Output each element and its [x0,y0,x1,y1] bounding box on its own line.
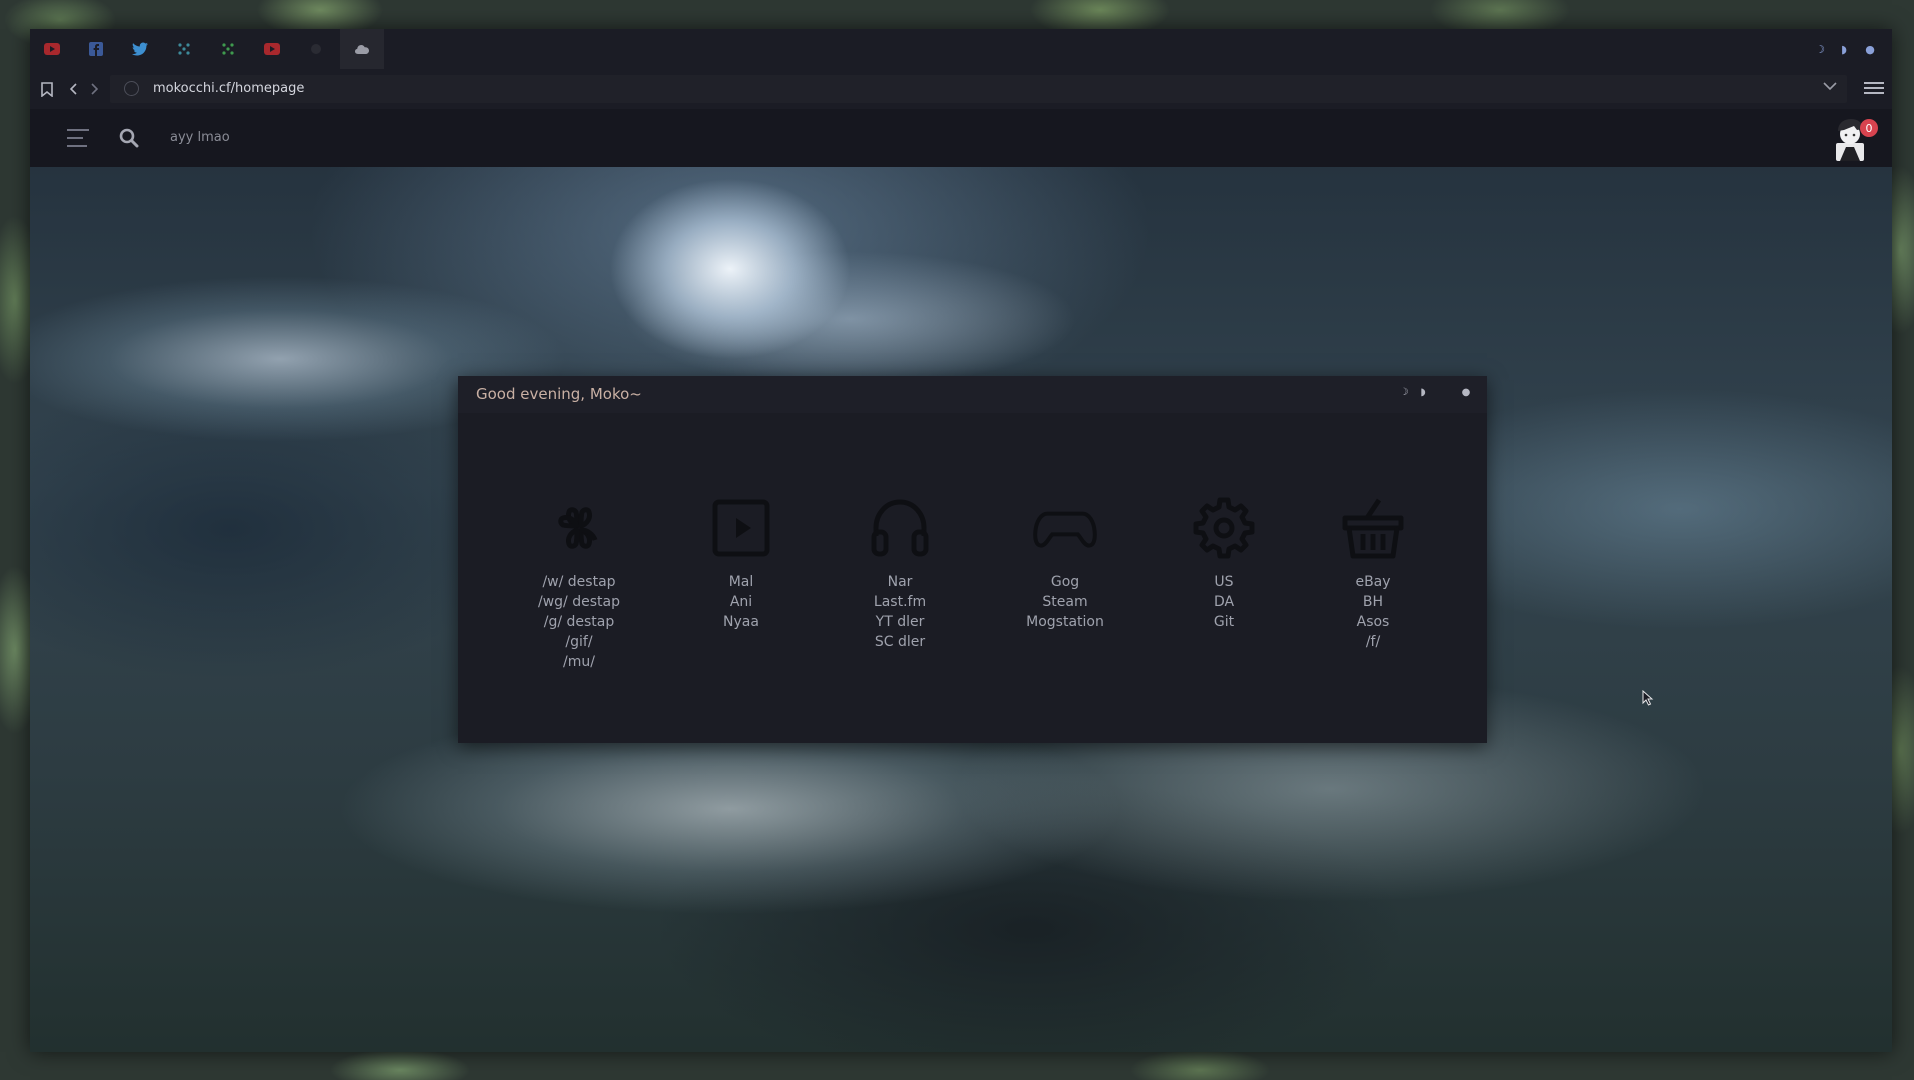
link-us[interactable]: US [1154,572,1294,592]
facebook-icon [89,42,103,56]
link-column-games: Gog Steam Mogstation [995,496,1135,632]
link-da[interactable]: DA [1154,592,1294,612]
search-icon[interactable] [119,128,139,148]
tab-youtube-2[interactable] [260,37,284,61]
clover-icon [558,507,598,549]
tab-strip: ☽ ◗ ● [30,29,1892,69]
card-title: Good evening, Moko~ [476,385,642,403]
link-column-anime: Mal Ani Nyaa [671,496,811,632]
tab-site-green[interactable] [216,37,240,61]
link-lastfm[interactable]: Last.fm [830,592,970,612]
chevron-right-icon [91,83,98,95]
dots-grid-icon [178,43,190,55]
tab-dark-site[interactable] [304,37,328,61]
link-steam[interactable]: Steam [995,592,1135,612]
url-field[interactable]: mokocchi.cf/homepage [110,75,1847,103]
link-wg-destap[interactable]: /wg/ destap [509,592,649,612]
basket-icon [1342,498,1404,559]
card-half-icon[interactable]: ◗ [1416,385,1430,399]
browser-menu-button[interactable] [1864,79,1884,99]
address-bar: mokocchi.cf/homepage [30,69,1892,109]
link-nyaa[interactable]: Nyaa [671,612,811,632]
tab-youtube[interactable] [40,37,64,61]
bookmark-button[interactable] [36,77,58,101]
link-gif[interactable]: /gif/ [509,632,649,652]
link-bh[interactable]: BH [1303,592,1443,612]
page-top-bar: 0 [30,109,1892,167]
link-f[interactable]: /f/ [1303,632,1443,652]
globe-icon [124,81,139,96]
youtube-icon [264,43,280,55]
youtube-icon [44,43,60,55]
hamburger-menu-icon[interactable] [67,129,89,149]
link-sc-dler[interactable]: SC dler [830,632,970,652]
tab-twitter[interactable] [128,37,152,61]
cloud-icon [355,45,369,54]
tab-facebook[interactable] [84,37,108,61]
mouse-cursor-icon [1642,690,1654,706]
link-column-boards: /w/ destap /wg/ destap /g/ destap /gif/ … [509,496,649,672]
link-w-destap[interactable]: /w/ destap [509,572,649,592]
close-window-button[interactable]: ● [1860,39,1880,59]
dots-grid-icon [222,43,234,55]
gamepad-icon [1033,511,1097,548]
link-yt-dler[interactable]: YT dler [830,612,970,632]
link-git[interactable]: Git [1154,612,1294,632]
link-column-music: Nar Last.fm YT dler SC dler [830,496,970,652]
link-mogstation[interactable]: Mogstation [995,612,1135,632]
link-columns: /w/ destap /wg/ destap /g/ destap /gif/ … [458,496,1487,716]
chevron-left-icon [70,83,77,95]
page-content: 0 Good evening, Moko~ ☽ ◗ ● [30,109,1892,1052]
play-icon [712,499,770,557]
card-minimize-button[interactable]: ☽ [1397,385,1411,399]
gear-icon [1193,497,1255,559]
link-asos[interactable]: Asos [1303,612,1443,632]
tab-site-teal[interactable] [172,37,196,61]
bookmark-icon [41,81,53,97]
link-column-shopping: eBay BH Asos /f/ [1303,496,1443,652]
forward-button[interactable] [83,77,105,101]
maximize-window-button[interactable]: ◗ [1834,39,1854,59]
notification-badge: 0 [1860,119,1878,137]
back-button[interactable] [63,77,85,101]
url-text: mokocchi.cf/homepage [153,81,305,96]
chevron-down-icon[interactable] [1823,79,1837,95]
headphones-icon [871,499,929,557]
minimize-window-button[interactable]: ☽ [1810,39,1830,59]
search-input[interactable] [170,123,570,151]
greeting-card: Good evening, Moko~ ☽ ◗ ● /w/ destap /wg… [458,376,1487,743]
card-close-button[interactable]: ● [1459,385,1473,399]
link-mal[interactable]: Mal [671,572,811,592]
link-ani[interactable]: Ani [671,592,811,612]
tab-homepage-active[interactable] [340,29,384,69]
link-ebay[interactable]: eBay [1303,572,1443,592]
card-header: Good evening, Moko~ ☽ ◗ ● [458,376,1487,413]
circle-icon [311,44,321,54]
link-gog[interactable]: Gog [995,572,1135,592]
link-column-dev: US DA Git [1154,496,1294,632]
link-nar[interactable]: Nar [830,572,970,592]
browser-window: ☽ ◗ ● mokocchi.cf/homepage ayy lmao 0 Go… [30,29,1892,1052]
link-g-destap[interactable]: /g/ destap [509,612,649,632]
link-mu[interactable]: /mu/ [509,652,649,672]
twitter-icon [132,42,148,56]
